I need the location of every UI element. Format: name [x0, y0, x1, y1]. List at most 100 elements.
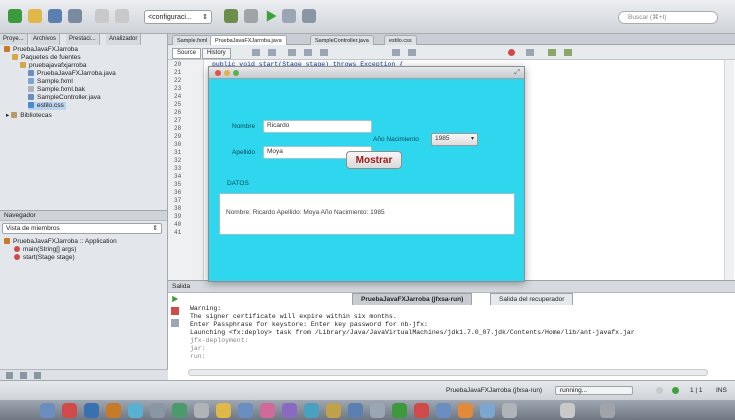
output-horizontal-scrollbar[interactable] — [188, 369, 708, 376]
cancel-task-icon[interactable] — [656, 387, 663, 394]
trash-icon[interactable] — [600, 403, 615, 418]
shift-right-icon[interactable] — [408, 49, 416, 56]
members-icon[interactable] — [6, 372, 13, 379]
tree-file-sample-bak[interactable]: Sample.fxml.bak — [28, 86, 85, 94]
tree-package[interactable]: pruebajavafxjarroba — [20, 62, 86, 70]
app-icon[interactable] — [370, 403, 385, 418]
tree-source-packages[interactable]: Paquetes de fuentes — [12, 54, 81, 62]
tree-file-sample-fxml[interactable]: Sample.fxml — [28, 78, 73, 86]
result-text-area[interactable]: Nombre: Ricardo Apellido: Moya Año Nacim… — [219, 193, 515, 235]
rerun-icon[interactable] — [172, 295, 179, 303]
window-title-bar[interactable]: ⤢ — [209, 67, 524, 79]
line-number: 26 — [174, 109, 182, 116]
profile-icon[interactable] — [302, 9, 316, 23]
finder-icon[interactable] — [40, 403, 55, 418]
status-task[interactable]: PruebaJavaFXJarroba (jfxsa-run) — [446, 387, 542, 394]
app-icon[interactable] — [392, 403, 407, 418]
record-macro-icon[interactable] — [508, 49, 515, 56]
app-icon[interactable] — [238, 403, 253, 418]
output-line: Warning: — [190, 305, 222, 312]
settings-icon[interactable] — [171, 319, 179, 327]
open-project-icon[interactable] — [28, 9, 42, 23]
filter-icon[interactable] — [20, 372, 27, 379]
navigator-view-select[interactable]: Vista de miembros ⇕ — [2, 223, 162, 234]
app-icon[interactable] — [326, 403, 341, 418]
stop-icon[interactable] — [171, 307, 179, 315]
tab-run-output[interactable]: PruebaJavaFXJarroba (jfxsa-run) — [352, 293, 473, 305]
redo-icon[interactable] — [115, 9, 129, 23]
anio-nacimiento-select[interactable]: 1985 ▾ — [431, 133, 478, 146]
back-icon[interactable] — [252, 49, 260, 56]
java-file-icon — [28, 70, 34, 76]
configuration-value: <configuraci... — [148, 14, 192, 21]
app-icon[interactable] — [480, 403, 495, 418]
tab-analyzer[interactable]: Analizador — [106, 34, 142, 45]
line-number: 36 — [174, 189, 182, 196]
find-next-icon[interactable] — [304, 49, 312, 56]
maximize-window-icon[interactable] — [233, 70, 239, 76]
tab-files[interactable]: Archivos — [30, 34, 61, 45]
app-icon[interactable] — [282, 403, 297, 418]
source-button[interactable]: Source — [172, 48, 202, 59]
history-button[interactable]: History — [202, 48, 231, 59]
nav-method-start[interactable]: start(Stage stage) — [14, 254, 75, 262]
app-icon[interactable] — [436, 403, 451, 418]
app-icon[interactable] — [106, 403, 121, 418]
close-window-icon[interactable] — [215, 70, 221, 76]
nombre-input[interactable]: Ricardo — [263, 120, 372, 133]
app-icon[interactable] — [150, 403, 165, 418]
nav-class-node[interactable]: PruebaJavaFXJarroba :: Application — [4, 238, 117, 246]
tab-services[interactable]: Prestaci... — [66, 34, 100, 45]
clean-build-icon[interactable] — [244, 9, 258, 23]
app-icon[interactable] — [260, 403, 275, 418]
app-icon[interactable] — [172, 403, 187, 418]
run-icon[interactable] — [266, 10, 277, 22]
line-number: 22 — [174, 77, 182, 84]
app-icon[interactable] — [458, 403, 473, 418]
shift-left-icon[interactable] — [392, 49, 400, 56]
configuration-select[interactable]: <configuraci... ⇕ — [144, 10, 212, 24]
tab-projects[interactable]: Proye... — [0, 34, 28, 45]
tree-file-controller[interactable]: SampleController.java — [28, 94, 101, 102]
tree-file-css[interactable]: estilo.css — [28, 102, 66, 110]
build-hammer-icon[interactable] — [224, 9, 238, 23]
nav-method-main[interactable]: main(String[] args) — [14, 246, 76, 254]
app-icon[interactable] — [194, 403, 209, 418]
minimize-window-icon[interactable] — [224, 70, 230, 76]
save-all-icon[interactable] — [48, 9, 62, 23]
undo-icon[interactable] — [95, 9, 109, 23]
search-input[interactable]: Buscar (⌘+I) — [618, 11, 718, 24]
app-icon[interactable] — [502, 403, 517, 418]
search-icon[interactable] — [288, 49, 296, 56]
tree-file-main-java[interactable]: PruebaJavaFXJarroba.java — [28, 70, 116, 78]
forward-icon[interactable] — [268, 49, 276, 56]
output-line: run: — [190, 353, 206, 360]
line-number: 34 — [174, 173, 182, 180]
debug-icon[interactable] — [282, 9, 296, 23]
app-icon[interactable] — [414, 403, 429, 418]
new-project-icon[interactable] — [8, 9, 22, 23]
app-icon[interactable] — [128, 403, 143, 418]
app-icon[interactable] — [62, 403, 77, 418]
run-tests-icon[interactable] — [564, 49, 572, 56]
library-icon — [11, 112, 18, 118]
main-toolbar: <configuraci... ⇕ Buscar (⌘+I) — [0, 0, 735, 34]
app-icon[interactable] — [84, 403, 99, 418]
tab-debugger-output[interactable]: Salida del recuperador — [490, 293, 574, 305]
start-tests-icon[interactable] — [548, 49, 556, 56]
resize-icon[interactable]: ⤢ — [514, 69, 520, 77]
tree-project-root[interactable]: PruebaJavaFXJarroba — [4, 46, 78, 54]
sort-icon[interactable] — [34, 372, 41, 379]
notification-icon[interactable] — [672, 387, 679, 394]
navigator-title: Navegador — [4, 212, 36, 219]
mostrar-button[interactable]: Mostrar — [346, 151, 402, 169]
app-icon[interactable] — [216, 403, 231, 418]
toggle-highlight-icon[interactable] — [320, 49, 328, 56]
stop-macro-icon[interactable] — [526, 49, 534, 56]
app-icon[interactable] — [304, 403, 319, 418]
tree-libraries[interactable]: ▸ Bibliotecas — [6, 112, 52, 120]
downloads-icon[interactable] — [560, 403, 575, 418]
app-icon[interactable] — [348, 403, 363, 418]
editor-scrollbar[interactable] — [724, 60, 734, 280]
new-file-icon[interactable] — [68, 9, 82, 23]
